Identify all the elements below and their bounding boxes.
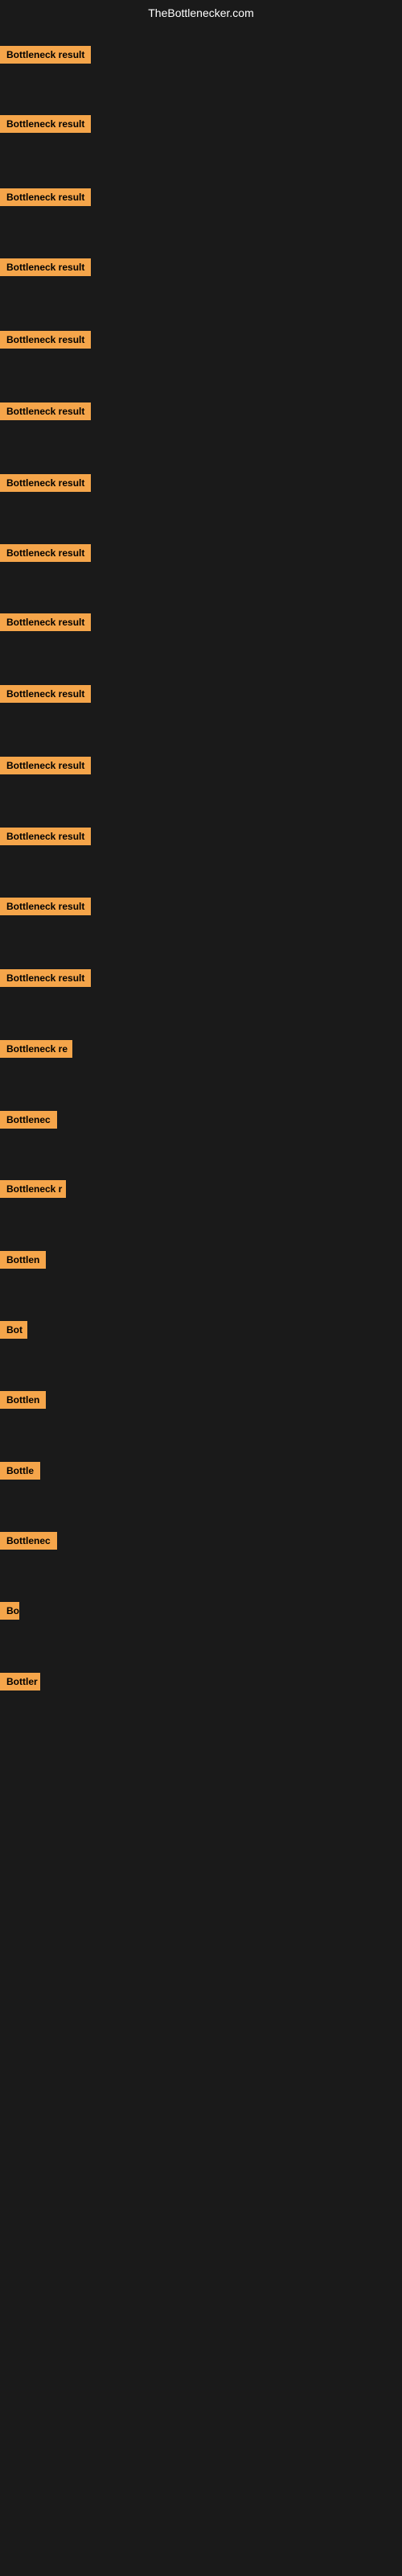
bottleneck-item[interactable]: Bottleneck result (0, 685, 91, 707)
bottleneck-badge: Bottleneck result (0, 828, 91, 845)
bottleneck-badge: Bottler (0, 1673, 40, 1690)
bottleneck-badge: Bottleneck result (0, 544, 91, 562)
bottleneck-item[interactable]: Bo (0, 1602, 19, 1624)
bottleneck-item[interactable]: Bottlen (0, 1391, 46, 1413)
bottleneck-badge: Bottleneck result (0, 258, 91, 276)
bottleneck-badge: Bottleneck r (0, 1180, 66, 1198)
bottleneck-item[interactable]: Bottleneck result (0, 969, 91, 991)
bottleneck-item[interactable]: Bottleneck result (0, 46, 91, 68)
bottleneck-badge: Bottle (0, 1462, 40, 1480)
bottleneck-item[interactable]: Bottle (0, 1462, 40, 1484)
bottleneck-item[interactable]: Bottleneck result (0, 474, 91, 496)
bottleneck-badge: Bottleneck re (0, 1040, 72, 1058)
bottleneck-badge: Bottleneck result (0, 474, 91, 492)
bottleneck-badge: Bottleneck result (0, 331, 91, 349)
bottleneck-badge: Bottleneck result (0, 115, 91, 133)
bottleneck-item[interactable]: Bottlenec (0, 1532, 57, 1554)
site-title: TheBottlenecker.com (0, 0, 402, 26)
bottleneck-item[interactable]: Bottleneck result (0, 115, 91, 137)
bottleneck-item[interactable]: Bottleneck result (0, 828, 91, 849)
bottleneck-badge: Bot (0, 1321, 27, 1339)
bottleneck-item[interactable]: Bottleneck result (0, 402, 91, 424)
bottleneck-item[interactable]: Bottleneck re (0, 1040, 72, 1062)
bottleneck-item[interactable]: Bot (0, 1321, 27, 1343)
bottleneck-item[interactable]: Bottler (0, 1673, 40, 1695)
bottleneck-item[interactable]: Bottleneck result (0, 757, 91, 778)
bottleneck-item[interactable]: Bottleneck result (0, 544, 91, 566)
bottleneck-badge: Bottleneck result (0, 757, 91, 774)
bottleneck-item[interactable]: Bottleneck result (0, 898, 91, 919)
bottleneck-item[interactable]: Bottleneck result (0, 188, 91, 210)
bottleneck-item[interactable]: Bottlen (0, 1251, 46, 1273)
bottleneck-badge: Bottlenec (0, 1532, 57, 1550)
bottleneck-badge: Bottleneck result (0, 46, 91, 64)
bottleneck-badge: Bottleneck result (0, 685, 91, 703)
bottleneck-badge: Bottlen (0, 1251, 46, 1269)
bottleneck-badge: Bottleneck result (0, 402, 91, 420)
bottleneck-badge: Bottleneck result (0, 969, 91, 987)
bottleneck-badge: Bottlen (0, 1391, 46, 1409)
bottleneck-badge: Bottleneck result (0, 613, 91, 631)
bottleneck-badge: Bottleneck result (0, 188, 91, 206)
bottleneck-item[interactable]: Bottleneck result (0, 613, 91, 635)
bottleneck-item[interactable]: Bottleneck r (0, 1180, 66, 1202)
bottleneck-badge: Bottlenec (0, 1111, 57, 1129)
bottleneck-badge: Bottleneck result (0, 898, 91, 915)
bottleneck-item[interactable]: Bottleneck result (0, 331, 91, 353)
bottleneck-badge: Bo (0, 1602, 19, 1620)
bottleneck-item[interactable]: Bottlenec (0, 1111, 57, 1133)
bottleneck-item[interactable]: Bottleneck result (0, 258, 91, 280)
